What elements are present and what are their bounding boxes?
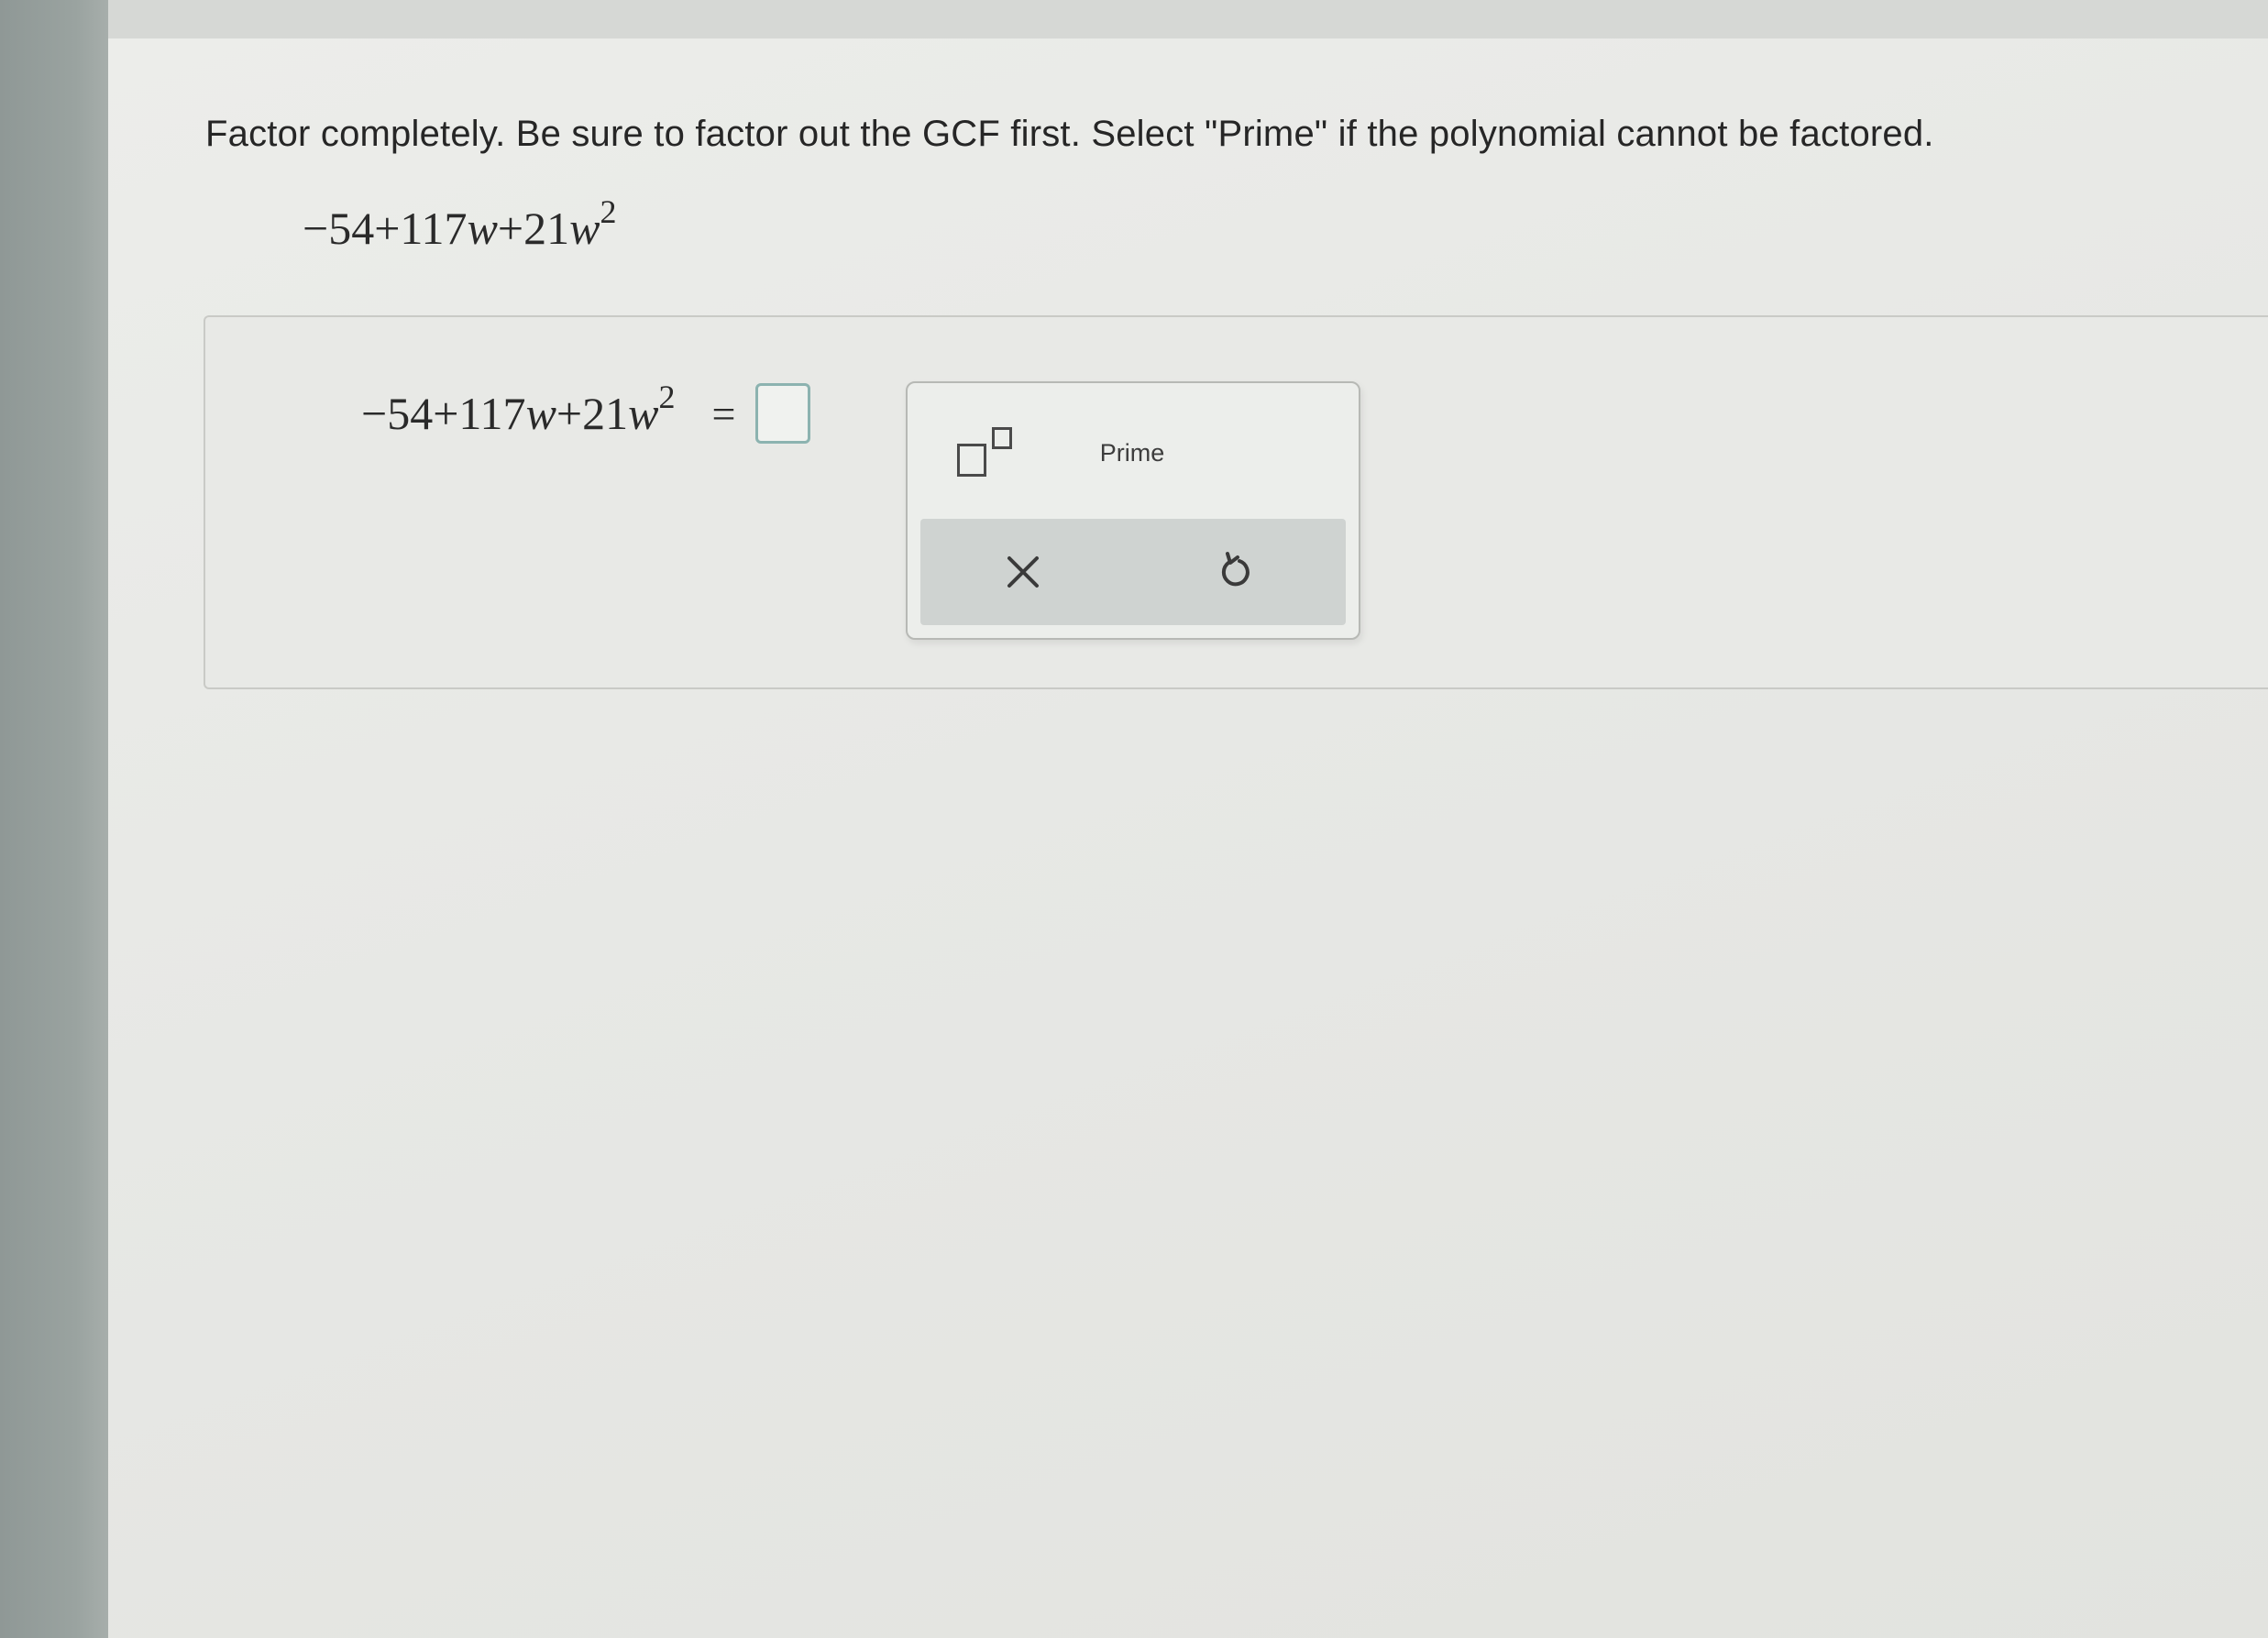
math-palette: Prime — [906, 381, 1360, 640]
exponent: 2 — [600, 192, 617, 230]
question-page — [108, 38, 2268, 1638]
close-icon — [1007, 556, 1039, 588]
question-instructions: Factor completely. Be sure to factor out… — [205, 114, 1934, 154]
prime-button[interactable]: Prime — [1082, 431, 1183, 475]
given-polynomial: −54+117w+21w2 — [303, 192, 617, 254]
clear-button[interactable] — [994, 543, 1052, 601]
undo-icon — [1221, 552, 1250, 587]
left-rail — [0, 0, 108, 1638]
variable: w — [569, 203, 600, 254]
answer-polynomial: −54+117w+21w2 — [361, 378, 676, 439]
answer-input[interactable] — [755, 383, 811, 444]
answer-equation: −54+117w+21w2 = — [361, 378, 811, 444]
undo-button[interactable] — [1206, 543, 1265, 601]
palette-action-bar — [920, 519, 1346, 625]
exponent-base-box — [957, 444, 986, 477]
quadratic-coefficient: 21 — [523, 203, 570, 254]
constant-term: −54 — [303, 203, 375, 254]
variable: w — [467, 203, 498, 254]
linear-coefficient: 117 — [400, 203, 468, 254]
exponent-button[interactable] — [952, 420, 1025, 489]
equals-sign: = — [711, 390, 736, 437]
exponent-superscript-box — [992, 427, 1012, 449]
top-strip — [108, 0, 2268, 38]
